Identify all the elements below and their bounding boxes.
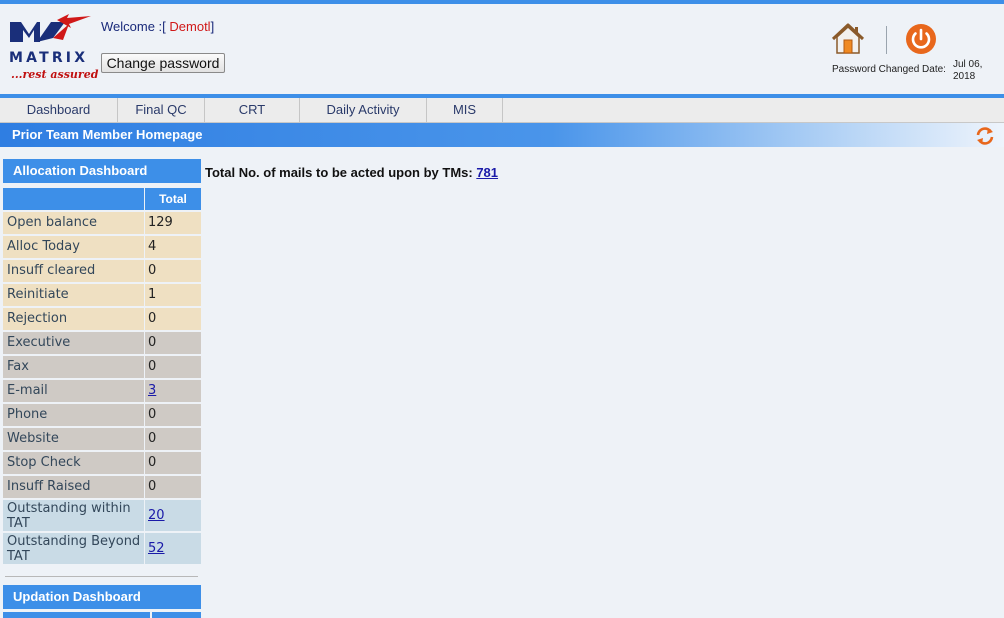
row-label: E-mail [3,380,144,402]
row-label: Insuff cleared [3,260,144,282]
password-changed-label: Password Changed Date: [832,64,946,75]
nav-item-mis[interactable]: MIS [427,98,503,122]
header: MATRIX ...rest assured Welcome :[ Demotl… [0,4,1004,94]
table-row: Reinitiate 1 [3,284,201,306]
outstanding-beyond-tat-link[interactable]: 52 [148,541,165,556]
table-header-blank [3,188,144,210]
row-value: 0 [145,476,201,498]
updation-dashboard-title: Updation Dashboard [3,585,201,609]
row-value: 20 [145,500,201,531]
header-separator [886,26,887,54]
logo-tagline: ...rest assured [11,68,99,81]
mails-label: Total No. of mails to be acted upon by T… [205,165,477,180]
section-divider [5,576,198,577]
updation-table-header [3,612,201,618]
row-value: 0 [145,308,201,330]
home-icon[interactable] [830,22,866,56]
table-row: Outstanding within TAT 20 [3,500,201,531]
table-row: Fax 0 [3,356,201,378]
row-value: 0 [145,428,201,450]
table-row: Outstanding Beyond TAT 52 [3,533,201,564]
table-header-blank [3,612,150,618]
welcome-prefix: Welcome :[ [101,19,166,34]
email-count-link[interactable]: 3 [148,383,156,398]
main-nav: Dashboard Final QC CRT Daily Activity MI… [0,98,1004,123]
allocation-dashboard-title: Allocation Dashboard [3,159,201,183]
allocation-table: Open balance 129 Alloc Today 4 Insuff cl… [3,212,201,566]
row-value: 0 [145,260,201,282]
row-value: 0 [145,356,201,378]
page-title: Prior Team Member Homepage [12,127,203,142]
row-label: Stop Check [3,452,144,474]
row-value: 4 [145,236,201,258]
row-label: Alloc Today [3,236,144,258]
mails-count-link[interactable]: 781 [476,165,498,180]
row-value: 0 [145,404,201,426]
username: Demotl [165,19,211,34]
table-header-total: Total [145,188,201,210]
allocation-table-header: Total [3,188,201,210]
outstanding-within-tat-link[interactable]: 20 [148,508,165,523]
row-label: Website [3,428,144,450]
table-row: Website 0 [3,428,201,450]
row-label: Reinitiate [3,284,144,306]
row-value: 0 [145,332,201,354]
change-password-button[interactable]: Change password [101,53,225,73]
welcome-suffix: ] [210,19,215,34]
nav-item-dashboard[interactable]: Dashboard [0,98,118,122]
table-row: Open balance 129 [3,212,201,234]
table-row: Alloc Today 4 [3,236,201,258]
row-value: 0 [145,452,201,474]
row-value: 1 [145,284,201,306]
nav-item-daily-activity[interactable]: Daily Activity [300,98,427,122]
mails-summary: Total No. of mails to be acted upon by T… [205,165,498,180]
row-label: Open balance [3,212,144,234]
table-row: Insuff Raised 0 [3,476,201,498]
row-label: Phone [3,404,144,426]
table-header-total [152,612,201,618]
nav-item-crt[interactable]: CRT [205,98,300,122]
row-label: Insuff Raised [3,476,144,498]
table-row: Rejection 0 [3,308,201,330]
page-title-bar: Prior Team Member Homepage [0,123,1004,147]
table-row: Stop Check 0 [3,452,201,474]
row-label: Executive [3,332,144,354]
table-row: Insuff cleared 0 [3,260,201,282]
row-label: Rejection [3,308,144,330]
table-row: E-mail 3 [3,380,201,402]
refresh-icon[interactable] [974,126,996,146]
svg-text:MATRIX: MATRIX [9,50,88,66]
welcome-text: Welcome :[ Demotl] [101,19,214,34]
table-row: Executive 0 [3,332,201,354]
row-value: 129 [145,212,201,234]
nav-item-final-qc[interactable]: Final QC [118,98,205,122]
row-label: Outstanding Beyond TAT [3,533,144,564]
power-icon[interactable] [904,22,938,56]
table-row: Phone 0 [3,404,201,426]
password-changed-date: Jul 06, 2018 [953,59,983,82]
row-label: Outstanding within TAT [3,500,144,531]
row-value: 52 [145,533,201,564]
row-label: Fax [3,356,144,378]
row-value: 3 [145,380,201,402]
